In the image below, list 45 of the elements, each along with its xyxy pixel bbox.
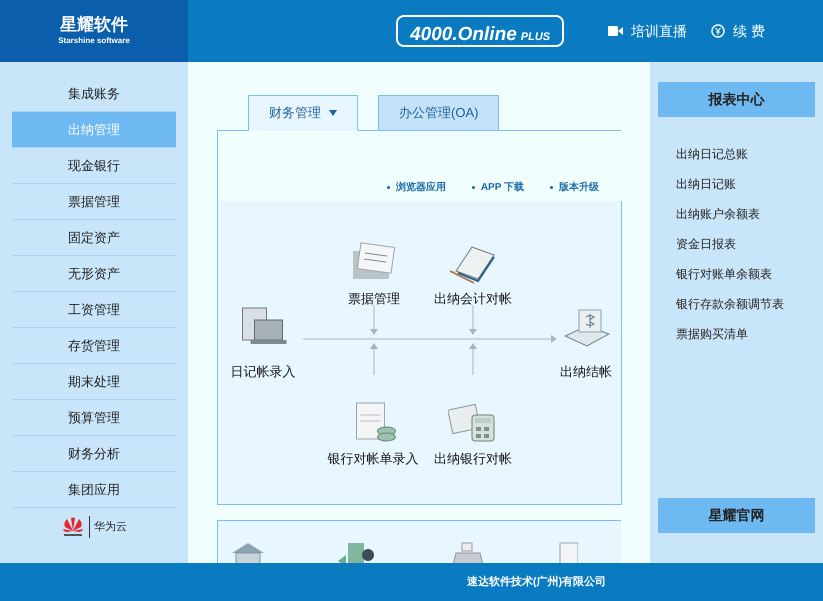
report-link[interactable]: 银行对账单余额表 [676,265,815,283]
bullet-icon [386,186,390,189]
flow-node-label[interactable]: 银行对帐单录入 [328,448,418,468]
quick-link[interactable]: 浏览器应用 [386,180,446,195]
sidebar-item[interactable]: 预算管理 [12,400,176,436]
report-link[interactable]: 出纳账户余额表 [676,205,815,223]
bullet-icon [472,186,475,189]
logo-title: 星耀软件 [60,15,128,35]
panel-title: 报表中心 [658,82,815,117]
quick-link[interactable]: 版本升级 [550,180,599,195]
header-link[interactable]: 培训直播 [608,20,688,42]
yen-coin-icon [711,24,726,38]
sidebar-item[interactable]: 固定资产 [12,220,176,256]
report-link[interactable]: 银行存款余额调节表 [676,295,815,313]
sidebar-item[interactable]: 财务分析 [12,436,176,472]
flow-node-label[interactable]: 出纳结帐 [560,362,612,382]
partner-name: 华为云 [94,520,127,535]
caret-down-icon [329,110,337,116]
sidebar-item[interactable]: 现金银行 [12,148,176,184]
sidebar-item[interactable]: 存货管理 [12,328,176,364]
report-link[interactable]: 出纳日记账 [676,175,815,193]
sidebar-item[interactable]: 集团应用 [12,472,176,508]
petal-logo-icon [61,517,85,537]
product-edition: PLUS [520,30,550,45]
sidebar-item[interactable]: 期末处理 [12,364,176,400]
tab[interactable]: 办公管理(OA) [378,95,500,131]
flow-node-label[interactable]: 出纳银行对帐 [434,448,512,468]
quick-link[interactable]: APP 下载 [472,180,524,195]
tab[interactable]: 财务管理 [248,95,358,131]
footer-text: 速达软件技术(广州)有限公司 [466,574,606,590]
bullet-icon [550,186,553,189]
flow-node-label[interactable]: 日记帐录入 [230,362,296,382]
sidebar-item[interactable]: 工资管理 [12,292,176,328]
sidebar-item[interactable]: 票据管理 [12,184,176,220]
logo-subtitle: Starshine software [58,35,130,47]
website-button[interactable]: 星耀官网 [658,498,815,533]
report-link[interactable]: 票据购买清单 [676,325,815,343]
sidebar-item[interactable]: 无形资产 [12,256,176,292]
header-link[interactable]: 续 费 [711,20,765,42]
flow-node-label[interactable]: 票据管理 [348,288,400,308]
product-name: 4000.Online [410,23,517,47]
report-link[interactable]: 资金日报表 [676,235,815,253]
video-camera-icon [608,26,624,36]
report-link[interactable]: 出纳日记总账 [676,145,815,163]
flow-node-label[interactable]: 出纳会计对帐 [434,288,512,308]
